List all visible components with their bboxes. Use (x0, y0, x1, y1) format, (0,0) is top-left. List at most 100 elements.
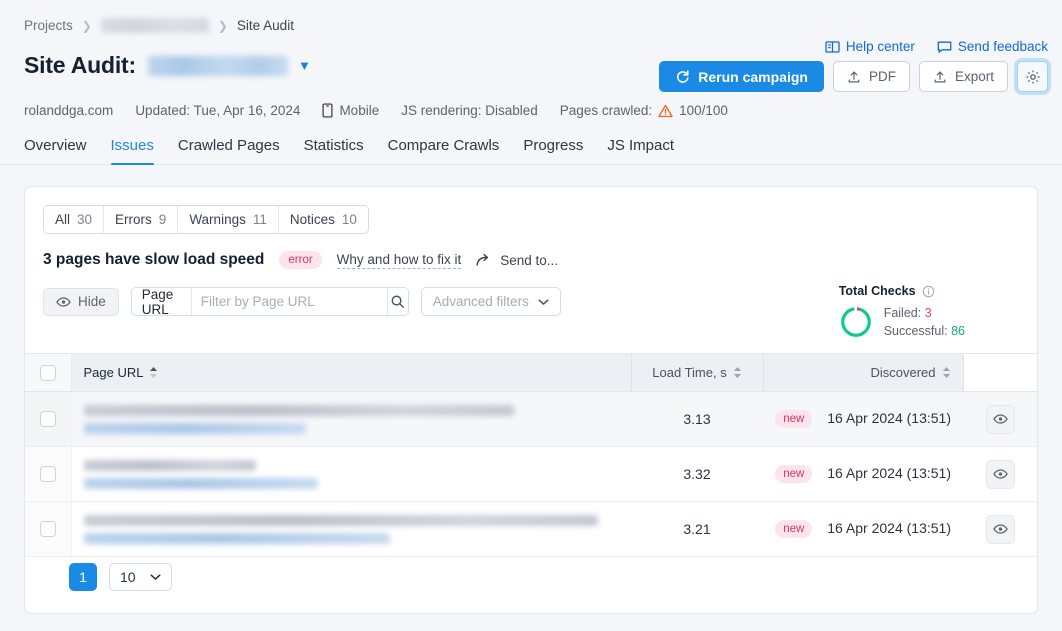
export-button[interactable]: Export (918, 61, 1008, 92)
page-url-redacted[interactable] (83, 514, 620, 544)
rerun-campaign-button[interactable]: Rerun campaign (659, 61, 824, 92)
table-body: 3.13 new 16 Apr 2024 (13:51) 3.32 new 16… (25, 391, 1037, 557)
filter-warnings-count: 11 (252, 212, 267, 227)
column-load-time-label: Load Time, s (652, 365, 727, 380)
chevron-down-icon (538, 298, 549, 306)
filter-all[interactable]: All 30 (44, 206, 105, 233)
row-select-cell (25, 391, 72, 447)
why-and-how-to-fix-link[interactable]: Why and how to fix it (336, 252, 462, 269)
checks-successful-label: Successful: (883, 324, 948, 339)
view-page-button[interactable] (985, 404, 1015, 434)
row-select-cell (25, 446, 72, 502)
pagination: 1 10 (69, 563, 172, 591)
view-page-button[interactable] (985, 514, 1015, 544)
search-input[interactable] (191, 288, 387, 315)
table-header-row: Page URL Load Time, s Discovered (25, 353, 1037, 392)
select-all-header (25, 353, 72, 392)
tab-crawled-pages[interactable]: Crawled Pages (178, 137, 280, 164)
filter-notices-label: Notices (289, 212, 335, 227)
column-page-url-label: Page URL (83, 365, 144, 380)
status-badge: error (279, 251, 322, 269)
page-url-redacted[interactable] (83, 404, 620, 434)
row-checkbox[interactable] (39, 411, 56, 427)
chevron-down-icon (150, 573, 161, 581)
filter-notices[interactable]: Notices 10 (278, 206, 368, 233)
issues-card: All 30 Errors 9 Warnings 11 Notices 10 3… (24, 186, 1038, 614)
checks-donut-chart (839, 305, 873, 339)
filter-errors-count: 9 (158, 212, 167, 227)
row-checkbox[interactable] (39, 521, 56, 537)
page-url-redacted-line (83, 477, 318, 489)
table-row[interactable]: 3.21 new 16 Apr 2024 (13:51) (25, 501, 1037, 557)
warning-triangle-icon (658, 104, 673, 118)
chevron-down-icon[interactable]: ▼ (298, 58, 311, 73)
column-discovered-inner: Discovered (776, 365, 951, 380)
page-button-1[interactable]: 1 (69, 563, 97, 591)
meta-pages-crawled-label: Pages crawled: (559, 103, 653, 118)
tab-compare-crawls[interactable]: Compare Crawls (388, 137, 500, 164)
row-page-url-cell (71, 501, 631, 557)
speech-bubble-icon (937, 40, 952, 54)
issue-type-filter: All 30 Errors 9 Warnings 11 Notices 10 (43, 205, 369, 234)
page-title: Site Audit: (24, 52, 136, 78)
row-checkbox[interactable] (39, 466, 56, 482)
sort-icon (733, 366, 742, 379)
rerun-campaign-label: Rerun campaign (698, 68, 808, 85)
table-row[interactable]: 3.32 new 16 Apr 2024 (13:51) (25, 446, 1037, 502)
export-label: Export (954, 69, 994, 84)
filter-notices-count: 10 (341, 212, 357, 227)
pdf-button[interactable]: PDF (832, 61, 910, 92)
tab-overview[interactable]: Overview (24, 137, 87, 164)
checks-legend: Failed: 3 Successful: 86 (884, 304, 965, 340)
column-actions (962, 353, 1037, 392)
breadcrumb-separator-icon: ❯ (81, 18, 92, 33)
hide-button[interactable]: Hide (43, 287, 119, 316)
select-all-checkbox[interactable] (39, 364, 56, 381)
gear-icon (1025, 69, 1041, 85)
column-discovered[interactable]: Discovered (762, 353, 963, 392)
help-center-link[interactable]: Help center (825, 39, 915, 54)
total-checks-widget: Total Checks Failed: 3 Successful: 86 (839, 284, 965, 340)
breadcrumb-projects[interactable]: Projects (24, 18, 73, 33)
row-load-time: 3.13 (631, 391, 763, 447)
page-title-redacted-line (83, 459, 256, 471)
hide-label: Hide (78, 294, 106, 309)
meta-device-label: Mobile (339, 103, 380, 118)
filter-all-count: 30 (77, 212, 93, 227)
new-badge: new (775, 465, 813, 484)
column-discovered-label: Discovered (870, 365, 936, 380)
send-to-button[interactable]: Send to... (476, 253, 558, 268)
filter-errors[interactable]: Errors 9 (104, 206, 179, 233)
column-page-url[interactable]: Page URL (71, 353, 631, 392)
view-page-button[interactable] (985, 459, 1015, 489)
upload-icon (847, 70, 861, 84)
advanced-filters-dropdown[interactable]: Advanced filters (420, 287, 561, 316)
issue-headline: 3 pages have slow load speed error Why a… (43, 251, 1037, 269)
site-audit-page: Projects ❯ ❯ Site Audit Site Audit: ▼ He… (0, 0, 1062, 631)
row-load-time: 3.32 (631, 446, 763, 502)
filter-warnings[interactable]: Warnings 11 (178, 206, 279, 233)
tab-js-impact[interactable]: JS Impact (607, 137, 674, 164)
column-load-time[interactable]: Load Time, s (630, 353, 763, 392)
tab-statistics[interactable]: Statistics (304, 137, 364, 164)
settings-button[interactable] (1017, 61, 1048, 92)
send-feedback-link[interactable]: Send feedback (937, 39, 1048, 54)
table-row[interactable]: 3.13 new 16 Apr 2024 (13:51) (25, 391, 1037, 447)
per-page-select[interactable]: 10 (109, 563, 172, 591)
search-button[interactable] (386, 288, 408, 315)
page-url-redacted[interactable] (83, 459, 620, 489)
row-actions-cell (963, 501, 1037, 557)
row-select-cell (25, 501, 72, 557)
row-actions-cell (963, 446, 1037, 502)
row-discovered-date: 16 Apr 2024 (13:51) (827, 519, 951, 536)
meta-row: rolanddga.com Updated: Tue, Apr 16, 2024… (0, 92, 1062, 118)
row-page-url-cell (71, 391, 631, 447)
breadcrumb-project-redacted[interactable] (100, 18, 209, 33)
tab-issues[interactable]: Issues (110, 137, 155, 165)
filter-all-label: All (55, 212, 71, 227)
breadcrumb-current: Site Audit (236, 18, 294, 33)
tab-progress[interactable]: Progress (523, 137, 583, 164)
info-icon[interactable] (922, 285, 935, 298)
page-url-search: Page URL (130, 287, 409, 316)
row-discovered-cell: new 16 Apr 2024 (13:51) (763, 446, 963, 502)
